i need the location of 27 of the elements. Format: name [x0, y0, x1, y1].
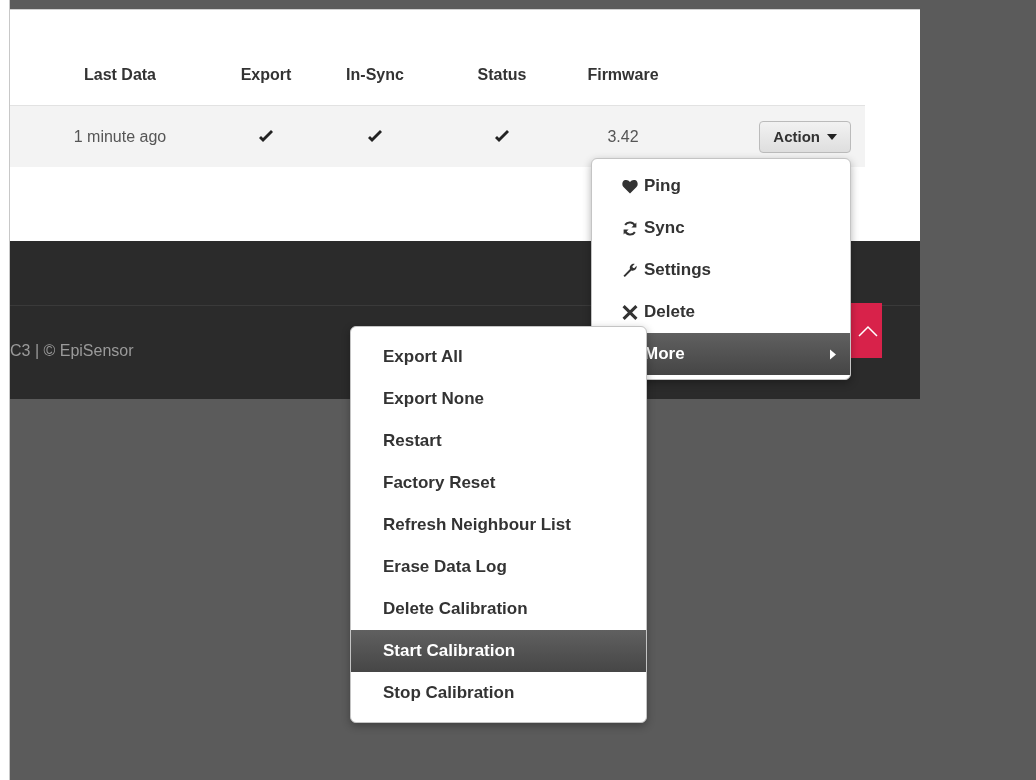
column-header: In-Sync	[345, 66, 405, 84]
close-icon	[622, 304, 638, 320]
menu-item[interactable]: Factory Reset	[351, 462, 646, 504]
menu-item[interactable]: Restart	[351, 420, 646, 462]
menu-item[interactable]: Delete	[592, 291, 850, 333]
menu-item[interactable]: Refresh Neighbour List	[351, 504, 646, 546]
menu-item[interactable]: Sync	[592, 207, 850, 249]
menu-item[interactable]: Start Calibration	[351, 630, 646, 672]
column-header: Last Data	[83, 66, 157, 84]
chevron-up-icon	[858, 324, 878, 337]
sync-icon	[622, 220, 638, 236]
table-cell-text: 1 minute ago	[72, 127, 168, 146]
menu-item[interactable]: Erase Data Log	[351, 546, 646, 588]
menu-item[interactable]: Settings	[592, 249, 850, 291]
wrench-icon	[622, 262, 638, 278]
footer-text: C3 | © EpiSensor	[10, 342, 134, 360]
table-cell-text: 3.42	[606, 127, 640, 146]
menu-item[interactable]: Export None	[351, 378, 646, 420]
column-header: Export	[239, 66, 293, 84]
action-button[interactable]: Action	[759, 120, 851, 153]
heart-icon	[622, 178, 638, 194]
menu-item[interactable]: Stop Calibration	[351, 672, 646, 714]
menu-item[interactable]: Ping	[592, 165, 850, 207]
caret-down-icon	[827, 133, 837, 140]
menu-item[interactable]: Delete Calibration	[351, 588, 646, 630]
column-header: Firmware	[586, 66, 660, 84]
column-header: Status	[476, 66, 528, 84]
